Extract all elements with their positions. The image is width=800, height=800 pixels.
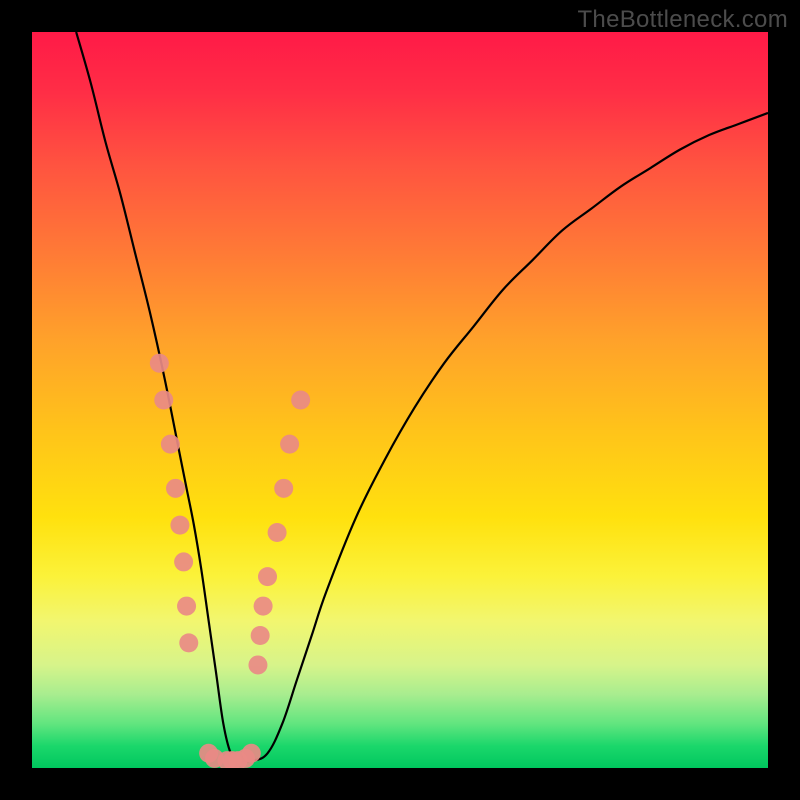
chart-svg — [32, 32, 768, 768]
data-markers — [150, 354, 310, 768]
data-marker — [268, 523, 287, 542]
watermark-text: TheBottleneck.com — [577, 6, 788, 34]
data-marker — [242, 744, 261, 763]
bottleneck-curve — [76, 32, 768, 762]
chart-frame: TheBottleneck.com — [0, 0, 800, 800]
data-marker — [258, 567, 277, 586]
data-marker — [161, 435, 180, 454]
data-marker — [177, 597, 196, 616]
data-marker — [150, 354, 169, 373]
data-marker — [170, 516, 189, 535]
data-marker — [248, 655, 267, 674]
data-marker — [166, 479, 185, 498]
data-marker — [251, 626, 270, 645]
chart-plot-area — [32, 32, 768, 768]
data-marker — [174, 552, 193, 571]
curve-path — [76, 32, 768, 762]
data-marker — [280, 435, 299, 454]
data-marker — [254, 597, 273, 616]
data-marker — [291, 391, 310, 410]
data-marker — [154, 391, 173, 410]
data-marker — [274, 479, 293, 498]
data-marker — [179, 633, 198, 652]
